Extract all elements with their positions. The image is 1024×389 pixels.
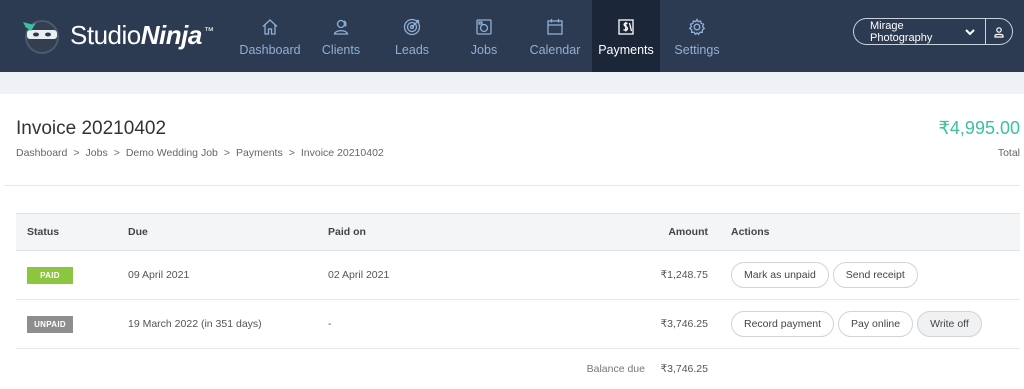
nav-clients-label: Clients [321, 43, 361, 57]
status-cell: PAID [27, 251, 73, 299]
nav-jobs[interactable]: Jobs [458, 0, 510, 72]
breadcrumb-payments[interactable]: Payments [236, 147, 283, 159]
header-due: Due [128, 226, 148, 238]
nav-payments-label: Payments [598, 43, 654, 57]
breadcrumb-demo-wedding-job[interactable]: Demo Wedding Job [126, 147, 218, 159]
paid-on-date: 02 April 2021 [328, 269, 390, 281]
chevron-down-icon [965, 28, 975, 35]
payments-icon [618, 19, 634, 35]
breadcrumb-separator: > [288, 147, 295, 159]
user-icon [994, 26, 1004, 38]
breadcrumb-invoice: Invoice 20210402 [300, 147, 384, 159]
table-row: PAID 09 April 2021 02 April 2021 ₹1,248.… [16, 251, 1020, 300]
user-profile-button[interactable] [985, 19, 1012, 44]
mark-as-unpaid-button[interactable]: Mark as unpaid [731, 262, 829, 288]
payments-table: Status Due Paid on Amount Actions PAID 0… [16, 213, 1020, 349]
table-row: UNPAID 19 March 2022 (in 351 days) - ₹3,… [16, 300, 1020, 349]
divider [4, 185, 1020, 186]
logo-text: StudioNinja ™ [70, 19, 214, 51]
status-badge: UNPAID [27, 315, 73, 333]
studio-ninja-logo[interactable]: StudioNinja ™ [20, 12, 214, 58]
logo-trademark: ™ [203, 25, 214, 37]
invoice-total-amount: ₹4,995.00 [938, 118, 1020, 138]
table-header: Status Due Paid on Amount Actions [16, 213, 1020, 251]
ninja-logo-icon [20, 13, 64, 57]
due-date: 09 April 2021 [128, 269, 190, 281]
invoice-total-label: Total [997, 147, 1020, 159]
header-paid-on: Paid on [328, 226, 366, 238]
write-off-button[interactable]: Write off [917, 311, 982, 337]
record-payment-button[interactable]: Record payment [731, 311, 835, 337]
due-date: 19 March 2022 (in 351 days) [128, 318, 262, 330]
status-badge: PAID [27, 266, 73, 284]
home-icon [262, 19, 278, 35]
nav-settings-label: Settings [674, 43, 720, 57]
account-selector[interactable]: Mirage Photography [853, 18, 1013, 45]
gear-icon [688, 18, 706, 36]
header-actions: Actions [731, 226, 770, 238]
row-actions: Record payment Pay online Write off [731, 300, 982, 348]
payment-amount: ₹1,248.75 [660, 269, 708, 281]
breadcrumb: Dashboard > Jobs > Demo Wedding Job > Pa… [16, 147, 384, 159]
send-receipt-button[interactable]: Send receipt [832, 262, 918, 288]
header-status: Status [27, 226, 60, 238]
header-amount: Amount [668, 226, 708, 238]
pay-online-button[interactable]: Pay online [838, 311, 914, 337]
top-navbar: StudioNinja ™ Dashboard Clients Leads Job… [0, 0, 1024, 72]
camera-icon [476, 19, 492, 35]
breadcrumb-separator: > [113, 147, 120, 159]
nav-calendar-label: Calendar [529, 43, 581, 57]
clients-icon [333, 19, 349, 35]
breadcrumb-dashboard[interactable]: Dashboard [16, 147, 67, 159]
nav-leads-label: Leads [394, 43, 430, 57]
nav-settings[interactable]: Settings [670, 0, 724, 72]
account-name: Mirage Photography [870, 19, 933, 44]
row-actions: Mark as unpaid Send receipt [731, 251, 918, 299]
nav-payments[interactable]: Payments [592, 0, 660, 72]
status-cell: UNPAID [27, 300, 73, 348]
nav-dashboard-label: Dashboard [239, 43, 301, 57]
logo-text-bold: Ninja [140, 19, 203, 50]
sub-header-bar [0, 72, 1024, 94]
nav-clients[interactable]: Clients [312, 0, 370, 72]
payment-amount: ₹3,746.25 [660, 318, 708, 330]
logo-text-plain: Studio [70, 19, 141, 50]
balance-due-label: Balance due [586, 363, 645, 375]
target-icon [403, 18, 421, 36]
nav-dashboard[interactable]: Dashboard [236, 0, 304, 72]
nav-jobs-label: Jobs [470, 43, 498, 57]
breadcrumb-separator: > [73, 147, 80, 159]
breadcrumb-jobs[interactable]: Jobs [86, 147, 108, 159]
calendar-icon [547, 19, 563, 35]
page-title: Invoice 20210402 [16, 118, 167, 139]
nav-calendar[interactable]: Calendar [526, 0, 584, 72]
breadcrumb-separator: > [223, 147, 231, 159]
balance-due-value: ₹3,746.25 [660, 363, 708, 375]
nav-leads[interactable]: Leads [386, 0, 438, 72]
paid-on-date: - [328, 318, 332, 330]
